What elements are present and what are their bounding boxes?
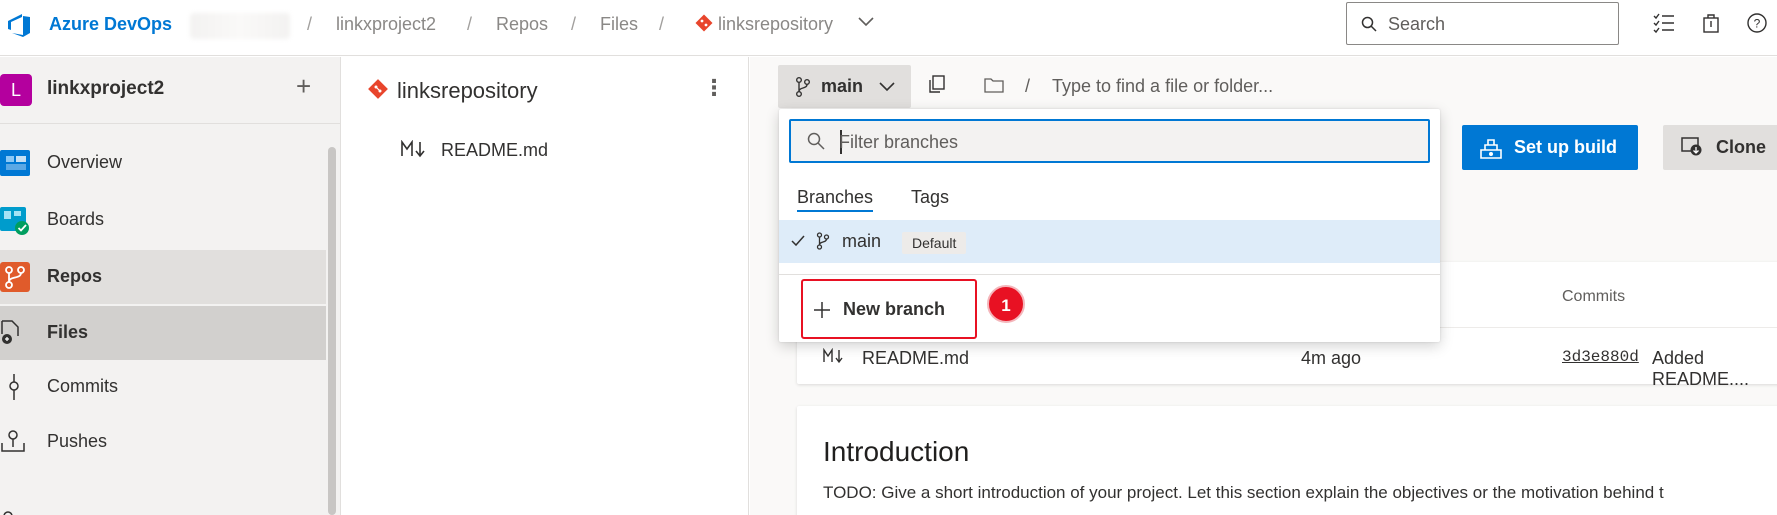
breadcrumb-repository[interactable]: linksrepository — [718, 14, 833, 35]
chevron-down-icon — [879, 82, 895, 92]
clone-icon — [1681, 137, 1703, 157]
search-icon — [807, 132, 825, 150]
clone-label: Clone — [1716, 137, 1767, 157]
breadcrumb-separator: / — [659, 14, 665, 34]
sidebar-item-overview[interactable]: Overview — [0, 136, 326, 190]
left-navigation: L linkxproject2 + Overview Boards Repos … — [0, 57, 341, 515]
commit-hash-link[interactable]: 3d3e880d — [1562, 348, 1639, 366]
branch-dropdown: Branches Tags main Default New branch — [779, 109, 1440, 342]
readme-text: TODO: Give a short introduction of your … — [823, 483, 1664, 502]
filter-branches-box[interactable] — [789, 119, 1430, 163]
repository-name[interactable]: linksrepository — [397, 78, 538, 104]
organization-name-redacted[interactable] — [190, 13, 290, 39]
sidebar-item-label: Boards — [47, 209, 105, 229]
checkmark-icon — [791, 235, 805, 247]
repos-icon — [0, 262, 32, 292]
copy-icon[interactable] — [929, 75, 945, 93]
markdown-icon — [401, 140, 427, 158]
default-badge: Default — [902, 232, 967, 254]
tree-file-readme[interactable]: README.md — [441, 140, 548, 161]
sidebar-item-files[interactable]: Files — [0, 306, 326, 360]
readme-preview: Introduction TODO: Give a short introduc… — [797, 406, 1777, 515]
new-branch-label: New branch — [843, 299, 946, 319]
breadcrumb-separator: / — [307, 14, 313, 34]
tab-tags[interactable]: Tags — [911, 187, 949, 208]
folder-icon[interactable] — [984, 77, 1004, 93]
file-name[interactable]: README.md — [862, 348, 969, 369]
file-last-change: 4m ago — [1301, 348, 1362, 368]
step-number-badge: 1 — [987, 285, 1025, 323]
branch-option-main[interactable]: main Default — [779, 220, 1440, 263]
search-input[interactable] — [1388, 13, 1608, 35]
svg-text:?: ? — [1754, 17, 1761, 31]
filter-branches-input[interactable] — [839, 131, 1399, 153]
column-header-commits[interactable]: Commits — [1562, 288, 1625, 306]
git-repo-icon — [368, 79, 388, 99]
breadcrumb-project[interactable]: linkxproject2 — [336, 14, 436, 35]
dropdown-divider — [779, 274, 1440, 275]
branch-name: main — [842, 231, 882, 251]
plus-icon — [813, 301, 831, 319]
commit-message: Added README.... — [1652, 348, 1750, 389]
clone-button[interactable]: Clone — [1663, 125, 1777, 170]
sidebar-item-label: Pushes — [47, 431, 108, 451]
search-icon — [1361, 16, 1377, 32]
new-branch-button[interactable]: New branch — [801, 279, 977, 339]
path-search-input[interactable]: Type to find a file or folder... — [1052, 76, 1273, 97]
brand-name[interactable]: Azure DevOps — [49, 14, 172, 35]
breadcrumb-repos[interactable]: Repos — [496, 14, 548, 35]
sidebar-scrollbar-thumb[interactable] — [328, 147, 336, 515]
sidebar-item-repos[interactable]: Repos — [0, 250, 326, 304]
markdown-icon — [823, 348, 845, 364]
breadcrumb-separator: / — [571, 14, 577, 34]
pushes-icon — [0, 429, 26, 453]
project-name[interactable]: linkxproject2 — [47, 78, 164, 100]
commits-icon — [6, 374, 22, 400]
azure-devops-logo-icon[interactable] — [6, 12, 32, 38]
tab-branches[interactable]: Branches — [797, 187, 874, 212]
sidebar-item-label: Files — [47, 322, 89, 342]
chevron-down-icon[interactable] — [858, 17, 874, 27]
branch-selector-button[interactable]: main — [778, 65, 911, 108]
files-icon — [0, 320, 24, 346]
sidebar-item-label: Overview — [47, 152, 123, 172]
overview-icon — [0, 148, 32, 178]
project-avatar: L — [0, 74, 32, 106]
set-up-build-label: Set up build — [1514, 137, 1617, 157]
file-tree-panel: linksrepository ⋮ README.md — [341, 57, 749, 515]
sidebar-item-boards[interactable]: Boards — [0, 193, 326, 247]
sidebar-item-pushes[interactable]: Pushes — [0, 415, 326, 469]
git-repo-icon — [695, 14, 713, 32]
boards-icon — [0, 205, 32, 237]
project-header[interactable]: L linkxproject2 + — [0, 57, 340, 124]
sidebar-item-label: Commits — [47, 376, 118, 396]
add-icon[interactable]: + — [296, 71, 311, 102]
search-box[interactable] — [1346, 2, 1619, 45]
help-icon[interactable]: ? — [1746, 12, 1768, 34]
branch-icon — [795, 77, 811, 97]
top-bar: Azure DevOps / linkxproject2 / Repos / F… — [0, 0, 1777, 56]
readme-heading: Introduction — [823, 436, 970, 467]
path-separator: / — [1025, 76, 1031, 96]
sidebar-item-partial — [0, 506, 30, 515]
shopping-bag-icon[interactable] — [1702, 12, 1720, 34]
breadcrumb-files[interactable]: Files — [600, 14, 638, 35]
more-options-icon[interactable]: ⋮ — [703, 75, 725, 101]
sidebar-item-commits[interactable]: Commits — [0, 360, 326, 414]
task-list-icon[interactable] — [1652, 12, 1676, 34]
breadcrumb-separator: / — [467, 14, 473, 34]
branch-selector-label: main — [821, 76, 864, 96]
sidebar-item-label: Repos — [47, 266, 103, 286]
branch-icon — [816, 232, 830, 250]
build-icon — [1480, 137, 1502, 159]
set-up-build-button[interactable]: Set up build — [1462, 125, 1638, 170]
